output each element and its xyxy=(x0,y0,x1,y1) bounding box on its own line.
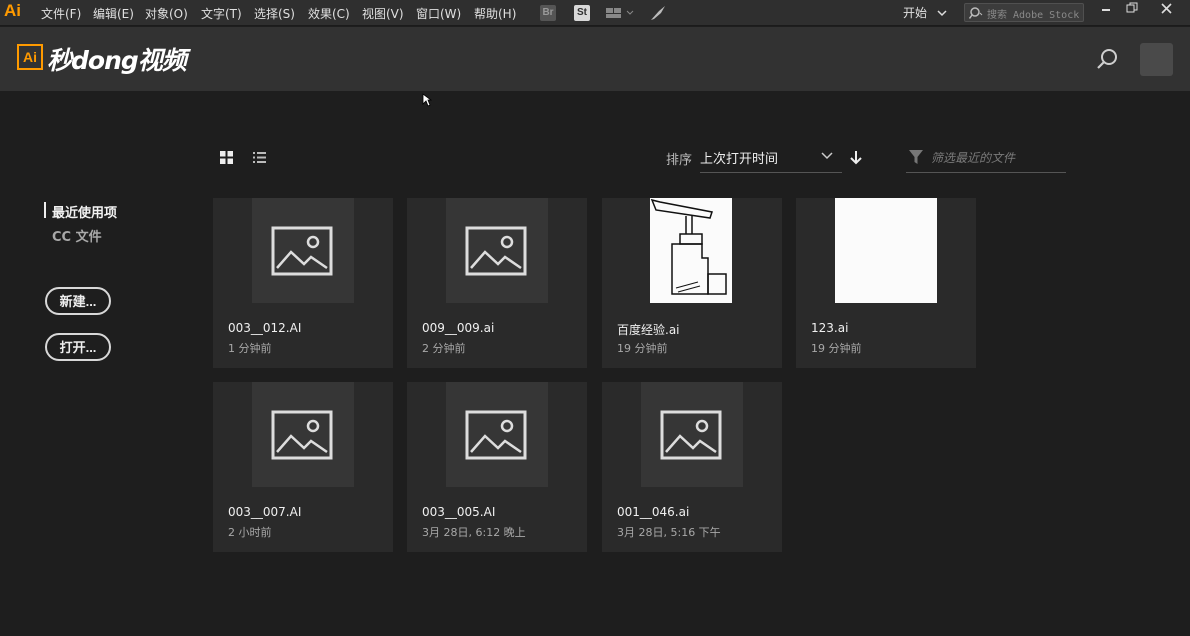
sort-direction-arrow-icon[interactable] xyxy=(849,149,863,169)
file-card[interactable]: 123.ai 19 分钟前 xyxy=(796,198,976,368)
menu-help[interactable]: 帮助(H) xyxy=(474,5,516,22)
file-name: 003__012.AI xyxy=(228,321,302,335)
avatar[interactable] xyxy=(1140,43,1173,76)
menu-file[interactable]: 文件(F) xyxy=(41,5,81,22)
file-card[interactable]: 009__009.ai 2 分钟前 xyxy=(407,198,587,368)
file-name: 123.ai xyxy=(811,321,849,335)
sort-dropdown[interactable]: 上次打开时间 xyxy=(700,141,842,173)
stock-search-placeholder: 搜索 Adobe Stock xyxy=(987,10,1080,21)
file-card[interactable]: 003__012.AI 1 分钟前 xyxy=(213,198,393,368)
brand-ai-mark: Ai xyxy=(17,44,43,70)
workspace-label: 开始 xyxy=(903,6,928,20)
menu-bar: Ai 文件(F) 编辑(E) 对象(O) 文字(T) 选择(S) 效果(C) 视… xyxy=(0,0,1190,26)
menu-window[interactable]: 窗口(W) xyxy=(416,5,461,22)
file-thumbnail xyxy=(252,382,354,487)
file-time: 3月 28日, 5:16 下午 xyxy=(617,526,721,539)
arrange-documents-icon[interactable] xyxy=(605,5,635,21)
file-time: 1 分钟前 xyxy=(228,342,272,355)
file-time: 19 分钟前 xyxy=(811,342,862,355)
file-time: 19 分钟前 xyxy=(617,342,668,355)
search-icon[interactable] xyxy=(1096,48,1118,74)
app-logo: Ai xyxy=(4,1,21,20)
menu-view[interactable]: 视图(V) xyxy=(362,5,404,22)
stock-icon[interactable]: St xyxy=(574,5,590,21)
home-header: Ai 秒dong视频 xyxy=(0,27,1190,91)
sort-value: 上次打开时间 xyxy=(700,152,779,167)
workspace-switcher[interactable]: 开始 xyxy=(903,4,947,21)
chevron-down-icon xyxy=(937,10,947,17)
sidebar-item-cc-files[interactable]: CC 文件 xyxy=(52,226,102,245)
open-button[interactable]: 打开... xyxy=(45,333,111,361)
new-button[interactable]: 新建... xyxy=(45,287,111,315)
image-placeholder-icon xyxy=(465,226,527,276)
chevron-down-icon xyxy=(821,152,833,160)
file-thumbnail xyxy=(446,382,548,487)
gpu-performance-icon[interactable] xyxy=(650,5,666,21)
menu-effect[interactable]: 效果(C) xyxy=(308,5,350,22)
file-card[interactable]: 百度经验.ai 19 分钟前 xyxy=(602,198,782,368)
filter-icon xyxy=(909,150,923,164)
close-icon[interactable] xyxy=(1155,1,1177,21)
mouse-cursor-icon xyxy=(422,93,432,107)
file-name: 003__007.AI xyxy=(228,505,302,519)
file-name: 003__005.AI xyxy=(422,505,496,519)
file-thumbnail xyxy=(446,198,548,303)
search-icon xyxy=(969,7,983,19)
file-time: 2 小时前 xyxy=(228,526,272,539)
file-time: 2 分钟前 xyxy=(422,342,466,355)
active-indicator xyxy=(44,202,46,218)
image-placeholder-icon xyxy=(660,410,722,460)
image-placeholder-icon xyxy=(465,410,527,460)
file-name: 009__009.ai xyxy=(422,321,495,335)
menu-select[interactable]: 选择(S) xyxy=(254,5,295,22)
file-card[interactable]: 003__005.AI 3月 28日, 6:12 晚上 xyxy=(407,382,587,552)
brand-text: 秒dong视频 xyxy=(47,46,187,75)
file-thumbnail xyxy=(641,382,743,487)
sidebar-item-recent[interactable]: 最近使用项 xyxy=(52,202,117,221)
file-thumbnail xyxy=(252,198,354,303)
filter-input[interactable]: 筛选最近的文件 xyxy=(906,141,1066,173)
list-view-icon[interactable] xyxy=(252,150,267,169)
file-card[interactable]: 001__046.ai 3月 28日, 5:16 下午 xyxy=(602,382,782,552)
file-time: 3月 28日, 6:12 晚上 xyxy=(422,526,526,539)
minimize-icon[interactable] xyxy=(1095,1,1117,21)
file-thumbnail xyxy=(650,198,732,303)
file-name: 001__046.ai xyxy=(617,505,690,519)
file-thumbnail xyxy=(835,198,937,303)
sketch-thumbnail-image xyxy=(650,198,727,295)
sort-label: 排序 xyxy=(666,153,693,168)
grid-view-icon[interactable] xyxy=(219,150,234,169)
file-card[interactable]: 003__007.AI 2 小时前 xyxy=(213,382,393,552)
filter-placeholder: 筛选最近的文件 xyxy=(931,151,1016,165)
bridge-icon[interactable]: Br xyxy=(540,5,556,21)
file-name: 百度经验.ai xyxy=(617,323,680,337)
menu-edit[interactable]: 编辑(E) xyxy=(93,5,134,22)
restore-icon[interactable] xyxy=(1121,1,1143,21)
menu-type[interactable]: 文字(T) xyxy=(201,5,242,22)
stock-search-input[interactable]: 搜索 Adobe Stock xyxy=(964,3,1084,22)
menu-object[interactable]: 对象(O) xyxy=(145,5,188,22)
image-placeholder-icon xyxy=(271,410,333,460)
image-placeholder-icon xyxy=(271,226,333,276)
